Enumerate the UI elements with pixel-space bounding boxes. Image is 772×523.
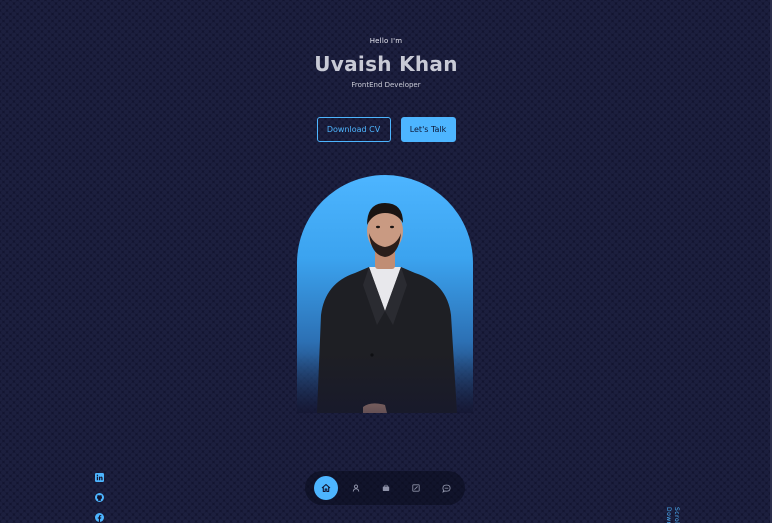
nav-item-experience[interactable]	[374, 476, 398, 500]
nav-item-contact[interactable]	[434, 476, 458, 500]
briefcase-icon	[382, 484, 390, 492]
hero-role: FrontEnd Developer	[351, 81, 421, 89]
home-icon	[321, 483, 331, 493]
profile-portrait	[297, 175, 473, 413]
hero-header: Hello I'm Uvaish Khan FrontEnd Developer	[0, 36, 772, 90]
nav-item-about[interactable]	[344, 476, 368, 500]
portrait-illustration	[297, 175, 473, 413]
download-cv-button[interactable]: Download CV	[316, 117, 391, 142]
user-icon	[352, 484, 360, 492]
bottom-nav	[305, 471, 465, 505]
message-icon	[441, 484, 451, 493]
nav-item-home[interactable]	[314, 476, 338, 500]
github-icon[interactable]	[95, 493, 104, 502]
cta-row: Download CV Let's Talk	[0, 117, 772, 142]
hero-greeting: Hello I'm	[369, 37, 403, 45]
scroll-down-link[interactable]: Scroll Down	[664, 507, 680, 523]
social-links	[95, 473, 105, 523]
linkedin-icon[interactable]	[95, 473, 104, 482]
hero-name: Uvaish Khan	[314, 52, 458, 76]
nav-item-portfolio[interactable]	[404, 476, 428, 500]
facebook-icon[interactable]	[95, 513, 104, 522]
lets-talk-button[interactable]: Let's Talk	[400, 117, 456, 142]
portfolio-icon	[412, 484, 420, 492]
